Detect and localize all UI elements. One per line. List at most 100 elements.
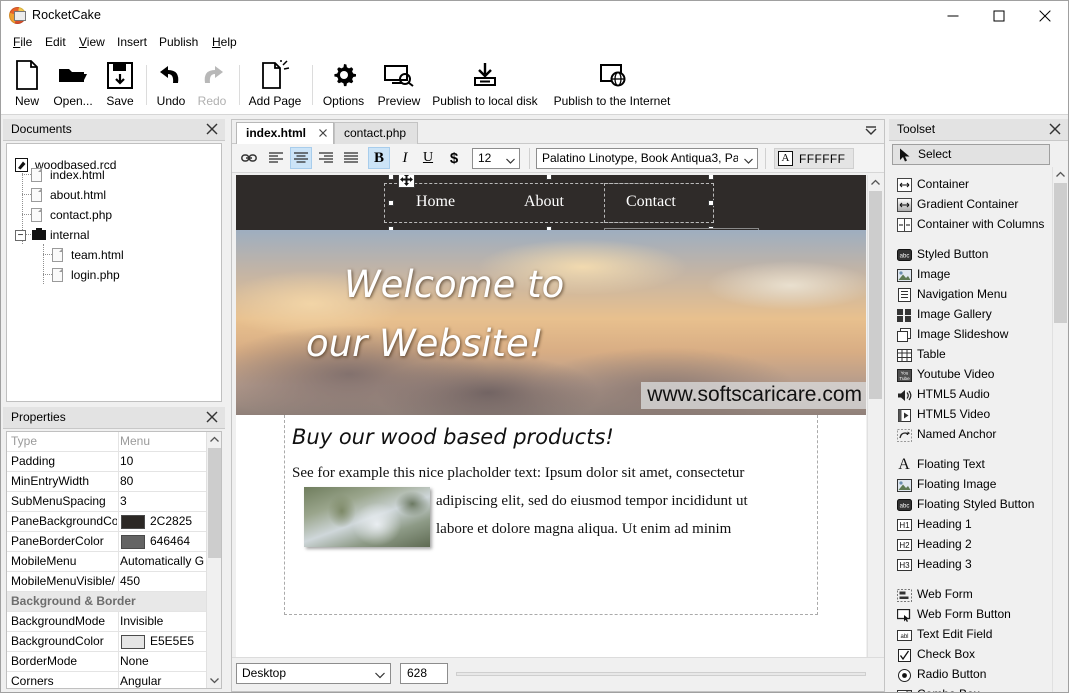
property-row[interactable]: PaneBackgroundCo 2C2825 <box>7 512 209 532</box>
toolset-item-html5-video[interactable]: HTML5 Video <box>892 405 1050 425</box>
toolset-item-combo-box[interactable]: Combo Box <box>892 685 1050 692</box>
property-value[interactable]: None <box>120 654 208 668</box>
toolset-item-heading-2[interactable]: H2 Heading 2 <box>892 535 1050 555</box>
resize-handle[interactable] <box>708 200 714 206</box>
toolset-item-styled-button[interactable]: abc Styled Button <box>892 245 1050 265</box>
publish-internet-button[interactable]: Publish to the Internet <box>546 55 678 113</box>
toolset-item-container[interactable]: Container <box>892 175 1050 195</box>
property-value[interactable]: 3 <box>120 494 208 508</box>
toolset-item-table[interactable]: Table <box>892 345 1050 365</box>
toolset-item-select[interactable]: Select <box>892 144 1050 165</box>
minimize-button[interactable] <box>930 1 976 31</box>
resize-handle[interactable] <box>546 175 552 180</box>
bold-button[interactable]: B <box>368 147 390 169</box>
menu-publish[interactable]: Publish <box>155 34 202 51</box>
publish-local-button[interactable]: Publish to local disk <box>428 55 542 113</box>
toolset-item-floating-image[interactable]: Floating Image <box>892 475 1050 495</box>
toolset-item-floating-styled-button[interactable]: abc Floating Styled Button <box>892 495 1050 515</box>
chevron-down-icon[interactable] <box>864 125 878 139</box>
toolset-item-radio-button[interactable]: Radio Button <box>892 665 1050 685</box>
toolset-item-container-columns[interactable]: Container with Columns <box>892 215 1050 235</box>
toolset-item-html5-audio[interactable]: HTML5 Audio <box>892 385 1050 405</box>
property-row[interactable]: MobileMenu Automatically G <box>7 552 209 572</box>
redo-button[interactable]: Redo <box>192 55 232 113</box>
text-color-control[interactable]: A FFFFFF <box>774 148 854 169</box>
underline-button[interactable]: U <box>418 147 438 169</box>
options-button[interactable]: Options <box>317 55 370 113</box>
rendered-page[interactable]: Home About Contact Welcome to our Websit… <box>236 175 866 615</box>
add-page-button[interactable]: Add Page <box>244 55 306 113</box>
close-icon[interactable] <box>204 121 220 137</box>
page-hero-image[interactable]: Welcome to our Website! www.softscaricar… <box>236 230 866 415</box>
menu-insert[interactable]: Insert <box>113 34 151 51</box>
collapse-toggle-icon[interactable]: − <box>15 230 26 241</box>
toolset-item-image[interactable]: Image <box>892 265 1050 285</box>
font-size-select[interactable]: 12 <box>472 148 520 169</box>
property-value[interactable]: Invisible <box>120 614 208 628</box>
property-value[interactable]: 10 <box>120 454 208 468</box>
property-row[interactable]: BackgroundColor E5E5E5 <box>7 632 209 652</box>
page-navigation-bar[interactable]: Home About Contact <box>236 175 866 354</box>
toolset-item-heading-3[interactable]: H3 Heading 3 <box>892 555 1050 575</box>
body-paragraph-line-1[interactable]: See for example this nice placholder tex… <box>292 465 744 482</box>
toolset-item-image-slideshow[interactable]: Image Slideshow <box>892 325 1050 345</box>
viewport-width-slider[interactable] <box>456 672 866 676</box>
scroll-up-icon[interactable] <box>1053 167 1068 182</box>
color-swatch[interactable] <box>121 515 145 529</box>
chevron-down-icon[interactable] <box>744 153 753 167</box>
property-row[interactable]: MobileMenuVisible/450 <box>7 572 209 592</box>
maximize-button[interactable] <box>976 1 1022 31</box>
move-handle-icon[interactable] <box>398 175 415 188</box>
font-family-select[interactable]: Palatino Linotype, Book Antiqua3, Pal <box>536 148 758 169</box>
save-button[interactable]: Save <box>99 55 141 113</box>
special-char-button[interactable]: $ <box>444 147 464 169</box>
waterfall-thumbnail-image[interactable] <box>304 487 430 547</box>
property-row[interactable]: Type Menu <box>7 432 209 452</box>
resize-handle[interactable] <box>388 175 394 180</box>
scroll-thumb[interactable] <box>869 191 882 399</box>
property-row[interactable]: Corners Angular <box>7 672 209 688</box>
color-swatch[interactable] <box>121 535 145 549</box>
toolset-item-floating-text[interactable]: A Floating Text <box>892 455 1050 475</box>
toolset-item-check-box[interactable]: Check Box <box>892 645 1050 665</box>
toolset-item-youtube-video[interactable]: You Tube Youtube Video <box>892 365 1050 385</box>
toolset-item-web-form[interactable]: Web Form <box>892 585 1050 605</box>
menu-view[interactable]: View <box>75 34 109 51</box>
scroll-up-icon[interactable] <box>868 175 883 190</box>
close-button[interactable] <box>1022 1 1068 31</box>
property-row[interactable]: BackgroundMode Invisible <box>7 612 209 632</box>
property-row[interactable]: MinEntryWidth 80 <box>7 472 209 492</box>
menu-edit[interactable]: Edit <box>41 34 70 51</box>
property-row[interactable]: BorderMode None <box>7 652 209 672</box>
align-right-button[interactable] <box>315 147 337 169</box>
align-justify-button[interactable] <box>340 147 362 169</box>
color-swatch[interactable] <box>121 635 145 649</box>
toolset-item-web-form-button[interactable]: Web Form Button <box>892 605 1050 625</box>
align-left-button[interactable] <box>265 147 287 169</box>
page-body-section[interactable]: Buy our wood based products! See for exa… <box>236 415 866 615</box>
body-heading[interactable]: Buy our wood based products! <box>292 425 614 449</box>
resize-handle[interactable] <box>708 175 714 180</box>
scroll-up-icon[interactable] <box>207 432 221 447</box>
scroll-thumb[interactable] <box>208 448 221 558</box>
open-button[interactable]: Open... <box>49 55 97 113</box>
close-icon[interactable] <box>1047 121 1063 137</box>
toolset-scrollbar[interactable] <box>1052 167 1067 692</box>
property-row[interactable]: SubMenuSpacing 3 <box>7 492 209 512</box>
close-icon[interactable] <box>204 409 220 425</box>
menu-file[interactable]: File <box>9 34 36 51</box>
new-button[interactable]: New <box>7 55 47 113</box>
toolset-item-image-gallery[interactable]: Image Gallery <box>892 305 1050 325</box>
property-value[interactable]: Automatically G <box>120 554 215 568</box>
property-value[interactable]: 80 <box>120 474 208 488</box>
properties-scrollbar[interactable] <box>206 432 221 688</box>
scroll-down-icon[interactable] <box>207 673 221 688</box>
toolset-item-navigation-menu[interactable]: Navigation Menu <box>892 285 1050 305</box>
property-row[interactable]: Padding 10 <box>7 452 209 472</box>
viewport-width-input[interactable]: 628 <box>400 663 448 684</box>
property-row[interactable]: PaneBorderColor 646464 <box>7 532 209 552</box>
documents-tree[interactable]: woodbased.rcd index.html about.html cont… <box>6 143 222 402</box>
resize-handle[interactable] <box>388 200 394 206</box>
preview-button[interactable]: Preview <box>372 55 426 113</box>
property-value[interactable]: Angular <box>120 674 208 688</box>
